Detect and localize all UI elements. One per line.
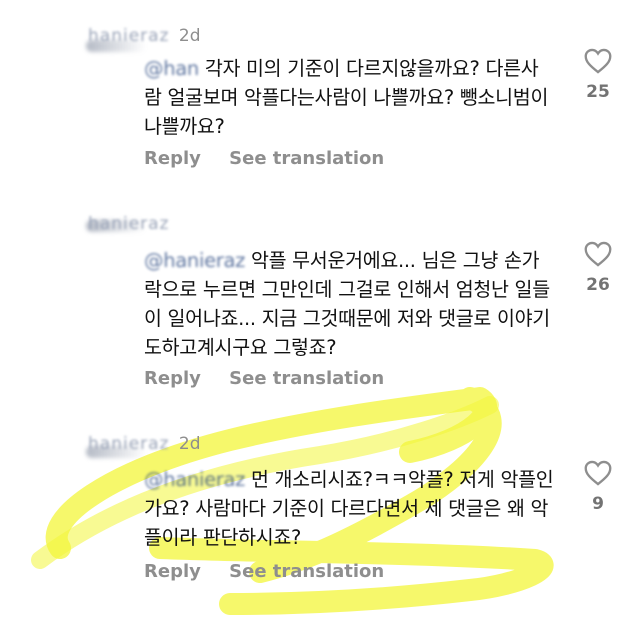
comment-header: hanieraz 2d	[88, 26, 201, 46]
like-count: 26	[586, 275, 610, 295]
mention[interactable]: @han	[144, 57, 199, 80]
reply-button[interactable]: Reply	[144, 148, 201, 169]
heart-outline-icon	[584, 48, 612, 74]
username[interactable]: hanieraz	[88, 214, 169, 234]
reply-button[interactable]: Reply	[144, 368, 201, 389]
timestamp: 2d	[178, 26, 201, 46]
heart-outline-icon	[584, 460, 612, 486]
mention[interactable]: @hanieraz	[144, 249, 245, 272]
like-count: 25	[586, 82, 610, 102]
username[interactable]: hanieraz	[88, 26, 169, 46]
like-button[interactable]: 9	[581, 460, 615, 514]
mention[interactable]: @hanieraz	[144, 468, 245, 491]
comment-text: @hanieraz 먼 개소리시죠?ㅋㅋ악플? 저게 악플인가요? 사람마다 기…	[144, 465, 554, 552]
comment-header: hanieraz 2d	[88, 434, 201, 454]
heart-outline-icon	[584, 241, 612, 267]
see-translation-button[interactable]: See translation	[229, 148, 384, 169]
like-button[interactable]: 26	[581, 241, 615, 295]
see-translation-button[interactable]: See translation	[229, 561, 384, 582]
comment-body: 각자 미의 기준이 다르지않을까요? 다른사람 얼굴보며 악플다는사람이 나쁠까…	[144, 57, 549, 138]
comment-actions: Reply See translation	[144, 561, 406, 582]
comment-actions: Reply See translation	[144, 148, 406, 169]
like-button[interactable]: 25	[581, 48, 615, 102]
timestamp: 2d	[178, 434, 201, 454]
see-translation-button[interactable]: See translation	[229, 368, 384, 389]
comment-actions: Reply See translation	[144, 368, 406, 389]
like-count: 9	[592, 494, 604, 514]
comment-text: @hanieraz 악플 무서운거에요... 님은 그냥 손가락으로 누르면 그…	[144, 246, 554, 362]
reply-button[interactable]: Reply	[144, 561, 201, 582]
comment-text: @han 각자 미의 기준이 다르지않을까요? 다른사람 얼굴보며 악플다는사람…	[144, 54, 554, 141]
username[interactable]: hanieraz	[88, 434, 169, 454]
comment-header: hanieraz	[88, 214, 173, 234]
